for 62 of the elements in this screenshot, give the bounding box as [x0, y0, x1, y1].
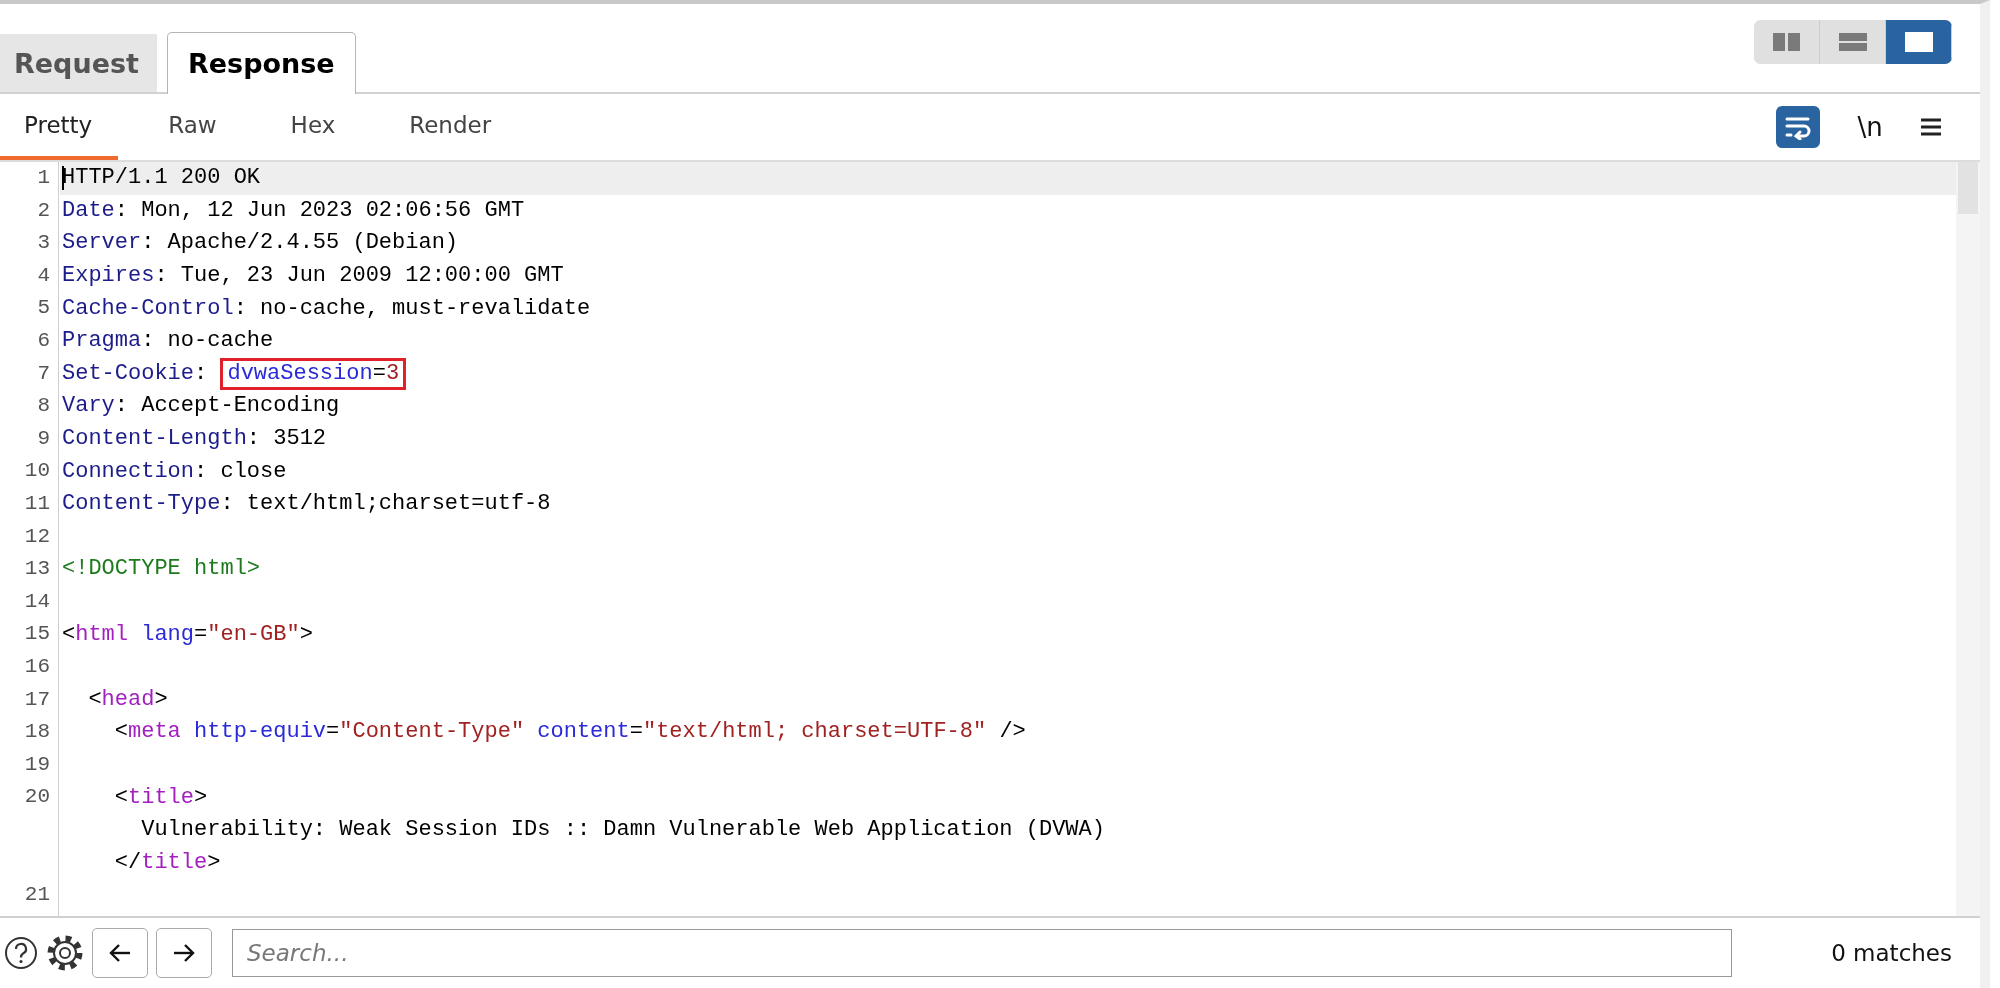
- line-number: 6: [37, 328, 50, 352]
- word-wrap-icon[interactable]: [1776, 106, 1820, 148]
- line-number: 13: [24, 557, 50, 581]
- view-tab[interactable]: Raw: [144, 94, 241, 160]
- view-tab[interactable]: Render: [385, 94, 516, 160]
- code-text: Connection: close: [62, 457, 287, 486]
- message-tab[interactable]: Request: [0, 34, 157, 92]
- line-number: 21: [24, 883, 50, 907]
- line-number: 18: [24, 720, 50, 744]
- line-number: 15: [24, 622, 50, 646]
- left-arrow-icon: [108, 942, 132, 964]
- code-text: <meta http-equiv="Content-Type" content="text/html; charset=UTF-8" />: [113, 718, 1026, 747]
- line-number: 11: [24, 491, 50, 515]
- layout-toggle[interactable]: [1886, 20, 1952, 64]
- layout-toggle[interactable]: [1754, 20, 1820, 64]
- columns-icon: [1771, 32, 1802, 52]
- line-number: 20: [24, 785, 50, 809]
- code-text: <!DOCTYPE html>: [62, 555, 261, 584]
- scrollbar-thumb[interactable]: [1958, 162, 1978, 214]
- line-number: 16: [24, 654, 50, 678]
- line-number: 14: [24, 589, 50, 613]
- code-text: Set-Cookie:: [62, 359, 209, 388]
- code-text: Cache-Control: no-cache, must-revalidate: [62, 294, 591, 323]
- code-text: <title>: [113, 783, 208, 812]
- menu-icon[interactable]: [1920, 117, 1942, 137]
- line-number: 4: [37, 263, 50, 287]
- code-text: </title>: [113, 848, 221, 877]
- newline-toggle[interactable]: \n: [1850, 107, 1890, 147]
- code-text: Content-Length: 3512: [62, 425, 327, 454]
- square-icon: [1903, 31, 1934, 53]
- code-text: <head>: [87, 685, 168, 714]
- match-count: 0 matches: [1831, 940, 1953, 966]
- code-text: Pragma: no-cache: [62, 327, 274, 356]
- line-number: 3: [37, 231, 50, 255]
- back-button[interactable]: [92, 928, 148, 978]
- line-number: 17: [24, 687, 50, 711]
- line-number: 19: [24, 752, 50, 776]
- line-number: 2: [37, 198, 50, 222]
- settings-icon[interactable]: [46, 934, 84, 972]
- line-number: 1: [37, 166, 50, 189]
- line-number: 8: [37, 394, 50, 418]
- code-text: Vary: Accept-Encoding: [62, 392, 340, 421]
- help-icon[interactable]: [4, 936, 38, 970]
- line-number: 7: [37, 361, 50, 385]
- line-number: 9: [37, 426, 50, 450]
- highlight-box: dvwaSession=3: [220, 357, 407, 390]
- right-arrow-icon: [172, 942, 196, 964]
- view-tab[interactable]: Hex: [266, 94, 360, 160]
- line-number: 12: [24, 524, 50, 548]
- code-text: Expires: Tue, 23 Jun 2009 12:00:00 GMT: [62, 262, 564, 291]
- code-text: Date: Mon, 12 Jun 2023 02:06:56 GMT: [62, 196, 525, 225]
- code-text: Content-Type: text/html;charset=utf-8: [62, 490, 551, 519]
- line-number: 5: [37, 296, 50, 320]
- message-tab[interactable]: Response: [166, 32, 356, 94]
- code-text: HTTP/1.1 200 OK: [62, 164, 261, 193]
- line-number: 10: [24, 459, 50, 483]
- code-text: Server: Apache/2.4.55 (Debian): [62, 229, 459, 258]
- rows-icon: [1837, 32, 1868, 52]
- forward-button[interactable]: [156, 928, 212, 978]
- search-field[interactable]: Search...: [232, 929, 1732, 977]
- code-text: Vulnerability: Weak Session IDs :: Damn Vulnerable Web Application (DVWA): [140, 816, 1105, 845]
- code-text: <html lang="en-GB">: [62, 620, 313, 649]
